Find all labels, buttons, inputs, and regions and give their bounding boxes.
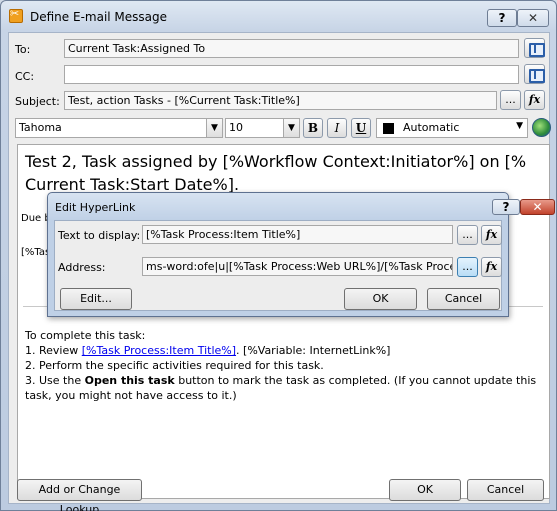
intro-line: To complete this task: (25, 329, 146, 342)
edit-button[interactable]: Edit... (60, 288, 132, 310)
dialog-body: Text to display: [%Task Process:Item Tit… (54, 220, 502, 311)
text-to-display-field[interactable]: [%Task Process:Item Title%] (142, 225, 453, 244)
fx-icon[interactable]: fx (481, 225, 502, 245)
text-browse-button[interactable]: ... (457, 225, 478, 245)
size-select[interactable]: 10 ▼ (225, 118, 300, 138)
to-field[interactable]: Current Task:Assigned To (64, 39, 519, 58)
add-change-lookup-button[interactable]: Add or Change Lookup (17, 479, 142, 511)
chevron-down-icon: ▼ (283, 119, 299, 137)
help-button[interactable]: ? (487, 9, 517, 27)
dialog-title: Edit HyperLink (55, 201, 136, 214)
chevron-down-icon: ▼ (206, 119, 222, 137)
fx-icon[interactable]: fx (481, 257, 502, 277)
subject-label: Subject: (15, 95, 60, 108)
cc-field[interactable] (64, 65, 519, 84)
title-bar: Define E-mail Message ? ✕ (1, 1, 556, 31)
dialog-ok-button[interactable]: OK (344, 288, 417, 310)
step1-line: 1. Review [%Task Process:Item Title%]. [… (25, 343, 545, 358)
font-value: Tahoma (19, 121, 62, 134)
chevron-down-icon: ▼ (516, 121, 523, 131)
address-book-icon[interactable] (524, 64, 545, 84)
step2-line: 2. Perform the specific activities requi… (25, 359, 324, 372)
editor-body: To complete this task: 1. Review [%Task … (25, 328, 545, 403)
color-select[interactable]: Automatic ▼ (376, 118, 528, 138)
color-value: Automatic (403, 121, 460, 134)
font-select[interactable]: Tahoma ▼ (15, 118, 223, 138)
cc-label: CC: (15, 70, 35, 83)
step3-line: 3. Use the Open this task button to mark… (25, 373, 545, 403)
dialog-cancel-button[interactable]: Cancel (427, 288, 500, 310)
editor-heading: Test 2, Task assigned by [%Workflow Cont… (25, 152, 527, 194)
size-value: 10 (229, 121, 243, 134)
address-browse-button[interactable]: ... (457, 257, 478, 277)
dialog-close-button[interactable]: ✕ (520, 199, 555, 215)
hyperlink-globe-icon[interactable] (532, 118, 551, 137)
item-title-link[interactable]: [%Task Process:Item Title%] (82, 344, 236, 357)
step1-prefix: 1. Review (25, 344, 82, 357)
cancel-button[interactable]: Cancel (467, 479, 544, 501)
ok-button[interactable]: OK (389, 479, 461, 501)
close-button[interactable]: ✕ (517, 9, 549, 27)
app-icon (9, 7, 23, 23)
italic-button[interactable]: I (327, 118, 347, 138)
step3-bold: Open this task (84, 374, 175, 387)
subject-field[interactable]: Test, action Tasks - [%Current Task:Titl… (64, 91, 497, 110)
underline-button[interactable]: U (351, 118, 371, 138)
color-swatch (383, 123, 394, 134)
to-label: To: (15, 43, 31, 56)
step3-prefix: 3. Use the (25, 374, 85, 387)
address-label: Address: (58, 261, 106, 274)
address-book-icon[interactable] (524, 38, 545, 58)
tas-text: [%Tas (21, 247, 51, 258)
fx-icon[interactable]: fx (524, 90, 545, 110)
dialog-help-button[interactable]: ? (492, 199, 520, 215)
edit-hyperlink-dialog: Edit HyperLink ? ✕ Text to display: [%Ta… (47, 192, 555, 317)
address-field[interactable]: ms-word:ofe|u|[%Task Process:Web URL%]/[… (142, 257, 453, 276)
subject-browse-button[interactable]: ... (500, 90, 521, 110)
bold-button[interactable]: B (303, 118, 323, 138)
step1-suffix: . [%Variable: InternetLink%] (236, 344, 391, 357)
window-title: Define E-mail Message (30, 10, 168, 24)
text-to-display-label: Text to display: (58, 229, 141, 242)
